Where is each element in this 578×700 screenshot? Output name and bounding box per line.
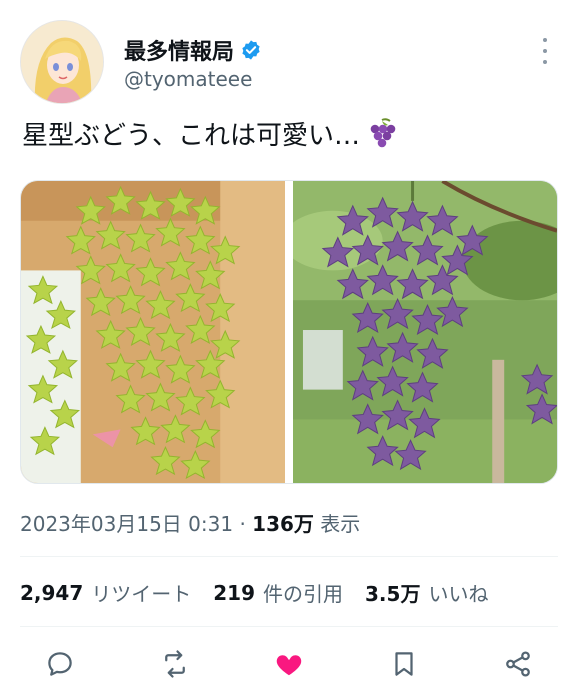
tweet-body: 星型ぶどう、これは可愛い… [22, 121, 361, 151]
quotes-label: 件の引用 [263, 582, 344, 606]
tweet-text: 星型ぶどう、これは可愛い… [22, 115, 396, 152]
share-icon[interactable] [502, 648, 534, 680]
tweet-stats: 2,947 リツイート 219 件の引用 3.5万 いいね [20, 578, 510, 607]
grapes-icon [366, 117, 396, 150]
retweets-stat[interactable]: 2,947 リツイート [20, 578, 191, 607]
divider [20, 556, 558, 557]
retweets-count: 2,947 [20, 580, 84, 605]
avatar[interactable] [20, 20, 104, 104]
retweet-icon[interactable] [159, 648, 191, 680]
display-name[interactable]: 最多情報局 [124, 34, 234, 66]
tweet-meta: 2023年03月15日 0:31 · 136万 表示 [20, 508, 360, 537]
views-label: 表示 [320, 512, 361, 536]
green-star-grapes-photo[interactable] [21, 181, 285, 483]
verified-badge-icon [240, 39, 262, 61]
avatar-image [21, 21, 103, 103]
divider [20, 626, 558, 627]
tweet-media[interactable] [20, 180, 558, 484]
action-bar [20, 640, 558, 688]
more-options-icon[interactable] [540, 38, 550, 64]
purple-star-grapes-photo[interactable] [293, 181, 557, 483]
likes-stat[interactable]: 3.5万 いいね [365, 578, 488, 607]
user-handle[interactable]: @tyomateee [124, 67, 252, 91]
timestamp[interactable]: 2023年03月15日 0:31 [20, 512, 233, 536]
like-icon[interactable] [273, 648, 305, 680]
meta-separator: · [239, 512, 246, 536]
retweets-label: リツイート [91, 582, 192, 606]
likes-count: 3.5万 [365, 582, 421, 606]
quotes-count: 219 [213, 580, 256, 605]
reply-icon[interactable] [44, 648, 76, 680]
bookmark-icon[interactable] [388, 648, 420, 680]
tweet-header: 最多情報局 @tyomateee [20, 20, 560, 110]
likes-label: いいね [428, 582, 489, 606]
views-count: 136万 [252, 512, 314, 536]
quotes-stat[interactable]: 219 件の引用 [213, 578, 343, 607]
